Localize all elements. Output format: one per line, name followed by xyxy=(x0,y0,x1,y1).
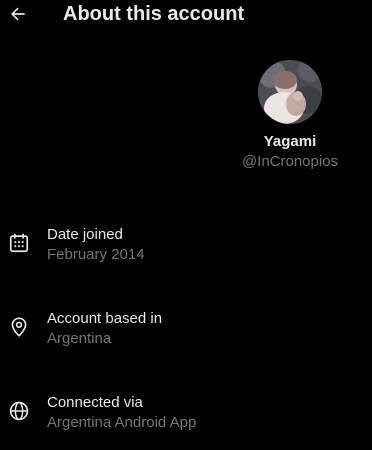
account-based-in-value: Argentina xyxy=(47,330,112,347)
avatar-image xyxy=(258,60,322,124)
date-joined-value: February 2014 xyxy=(47,246,145,263)
globe-icon xyxy=(9,401,29,421)
header: About this account xyxy=(0,0,372,30)
location-pin-icon xyxy=(11,317,27,337)
account-based-in-label: Account based in xyxy=(47,310,163,327)
avatar[interactable] xyxy=(258,60,322,124)
back-button[interactable] xyxy=(6,2,30,26)
arrow-left-icon xyxy=(10,7,25,21)
connected-via-value: Argentina Android App xyxy=(47,414,197,431)
account-based-in-row: Account based in Argentina xyxy=(0,310,372,354)
username: @InCronopios xyxy=(241,153,339,170)
display-name: Yagami xyxy=(263,133,317,150)
page-title: About this account xyxy=(63,3,245,25)
calendar-icon xyxy=(9,233,29,253)
date-joined-label: Date joined xyxy=(47,226,123,243)
date-joined-row: Date joined February 2014 xyxy=(0,226,372,270)
connected-via-label: Connected via xyxy=(47,394,143,411)
connected-via-row: Connected via Argentina Android App xyxy=(0,394,372,438)
